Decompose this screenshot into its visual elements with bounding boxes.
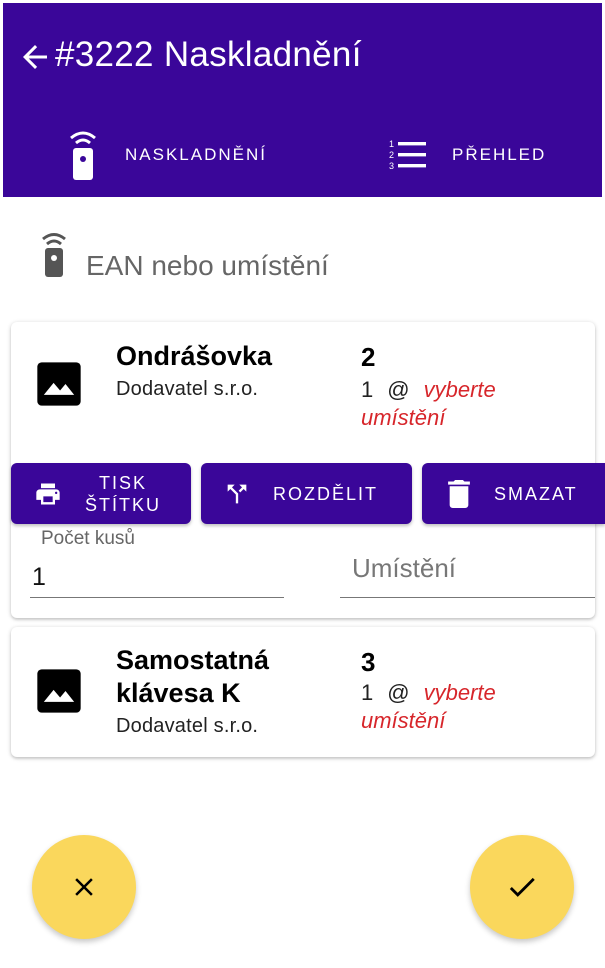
- svg-text:3: 3: [389, 161, 394, 171]
- tab-label: NASKLADNĚNÍ: [125, 145, 267, 164]
- check-icon: [509, 877, 535, 897]
- split-label: ROZDĚLIT: [273, 483, 379, 504]
- split-button[interactable]: ROZDĚLIT: [201, 463, 412, 524]
- tab-prehled[interactable]: 1 2 3 PŘEHLED: [388, 123, 546, 187]
- print-label-text: TISK ŠTÍTKU: [84, 472, 161, 515]
- product-name: Samostatná klávesa K: [116, 645, 270, 708]
- select-location-link[interactable]: vyberte umístění: [361, 377, 496, 430]
- image-icon: [37, 362, 81, 406]
- allocation-at: @: [387, 680, 410, 705]
- scanner-remote-icon: [70, 131, 96, 180]
- tab-label: PŘEHLED: [452, 145, 547, 164]
- product-card[interactable]: Samostatná klávesa K Dodavatel s.r.o. 3 …: [11, 627, 595, 757]
- location-field[interactable]: [340, 540, 595, 598]
- page-title: #3222 Naskladnění: [55, 35, 362, 74]
- ean-search-input[interactable]: [86, 242, 556, 290]
- split-icon: [227, 484, 247, 503]
- cancel-button[interactable]: [32, 835, 136, 939]
- count-field[interactable]: [30, 558, 284, 598]
- close-icon: [75, 878, 93, 896]
- product-quantity: 3: [361, 647, 376, 677]
- app-bar: #3222 Naskladnění NASKLADNĚNÍ 1 2 3 PŘEH…: [3, 3, 602, 197]
- select-location-link[interactable]: vyberte umístění: [361, 680, 496, 733]
- supplier-name: Dodavatel s.r.o.: [116, 715, 259, 737]
- item-actions: TISK ŠTÍTKU ROZDĚLIT SMAZAT: [0, 463, 605, 525]
- delete-button[interactable]: SMAZAT: [422, 463, 605, 524]
- product-quantity: 2: [361, 342, 376, 372]
- svg-text:1: 1: [389, 139, 394, 149]
- trash-icon: [448, 479, 470, 508]
- tab-naskladneni[interactable]: NASKLADNĚNÍ: [65, 123, 267, 187]
- supplier-name: Dodavatel s.r.o.: [116, 378, 259, 400]
- allocation-info: 1 @ vyberte umístění: [361, 679, 581, 735]
- arrow-left-icon[interactable]: [17, 39, 53, 75]
- tab-bar: NASKLADNĚNÍ 1 2 3 PŘEHLED: [3, 123, 602, 187]
- printer-icon: [36, 483, 60, 504]
- count-field-label: Počet kusů: [41, 528, 135, 549]
- image-icon: [37, 669, 81, 713]
- print-label-button[interactable]: TISK ŠTÍTKU: [11, 463, 191, 524]
- numbered-list-icon: 1 2 3: [389, 139, 426, 171]
- product-name: Ondrášovka: [116, 341, 273, 371]
- svg-text:2: 2: [389, 150, 394, 160]
- delete-label: SMAZAT: [494, 483, 578, 504]
- confirm-button[interactable]: [470, 835, 574, 939]
- allocation-info: 1 @ vyberte umístění: [361, 376, 581, 432]
- search-bar: [36, 228, 576, 290]
- allocation-count: 1: [361, 377, 374, 402]
- scanner-remote-icon: [42, 233, 66, 277]
- allocation-at: @: [387, 377, 410, 402]
- allocation-count: 1: [361, 680, 374, 705]
